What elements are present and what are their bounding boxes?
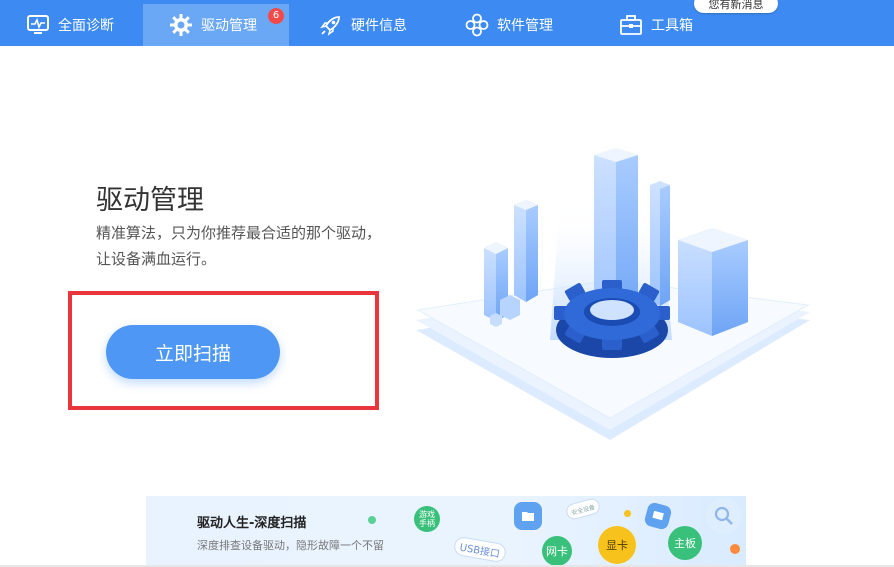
flower-apps-icon — [465, 13, 489, 37]
tab-full-diagnosis[interactable]: 全面诊断 — [0, 4, 143, 46]
tab-label: 全面诊断 — [58, 18, 114, 34]
description-line: 让设备满血运行。 — [96, 250, 217, 268]
usb-port-tag: USB接口 — [452, 535, 508, 564]
decorative-dot — [730, 544, 740, 554]
tab-driver-management[interactable]: 驱动管理 6 — [143, 4, 289, 46]
magnifier-icon — [706, 498, 742, 534]
update-count-badge: 6 — [268, 8, 284, 24]
gear-illustration — [554, 280, 670, 358]
new-message-notice[interactable]: 您有新消息 — [694, 0, 778, 13]
tab-hardware-info[interactable]: 硬件信息 — [289, 4, 435, 46]
scan-now-button[interactable]: 立即扫描 — [106, 325, 280, 379]
gamepad-tag: 游戏 手柄 — [414, 506, 440, 532]
monitor-small-icon — [643, 501, 673, 531]
decorative-dot — [624, 510, 631, 517]
security-device-tag: 安全设备 — [564, 496, 602, 522]
gear-icon — [169, 13, 193, 37]
decorative-dot — [368, 516, 376, 524]
tab-label: 驱动管理 — [201, 18, 257, 34]
toolbox-icon — [619, 13, 643, 37]
banner-subtitle: 深度排查设备驱动，隐形故障一个不留 — [197, 539, 384, 552]
motherboard-tag: 主板 — [668, 526, 702, 560]
tab-software-management[interactable]: 软件管理 — [435, 4, 595, 46]
folder-icon — [514, 502, 542, 530]
top-nav: 全面诊断 驱动管理 6 硬件信息 软件管理 工具箱 您有新消息 — [0, 0, 894, 46]
gpu-tag: 显卡 — [598, 526, 636, 564]
page-description: 精准算法，只为你推荐最合适的那个驱动， 让设备满血运行。 — [96, 220, 406, 272]
page-title: 驱动管理 — [96, 185, 204, 216]
driver-city-illustration — [416, 148, 810, 440]
network-card-tag: 网卡 — [542, 536, 572, 566]
deep-scan-banner[interactable]: 驱动人生-深度扫描 深度排查设备驱动，隐形故障一个不留 游戏 手柄 USB接口 … — [146, 496, 746, 567]
monitor-icon — [26, 13, 50, 37]
tab-label: 硬件信息 — [351, 18, 407, 34]
rocket-icon — [319, 13, 343, 37]
banner-title: 驱动人生-深度扫描 — [197, 516, 307, 531]
tab-label: 软件管理 — [497, 18, 553, 34]
tab-label: 工具箱 — [651, 18, 693, 34]
description-line: 精准算法，只为你推荐最合适的那个驱动， — [96, 224, 382, 242]
